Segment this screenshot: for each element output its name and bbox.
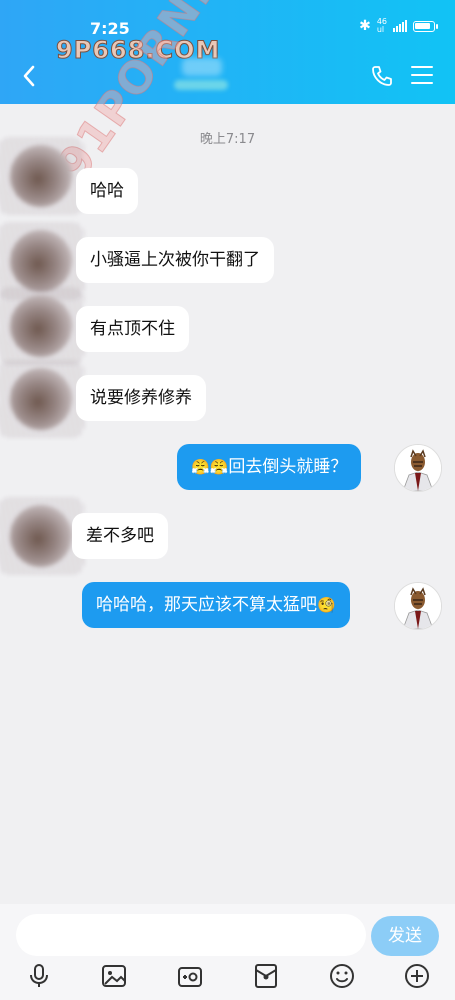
message-outgoing: 😤😤回去倒头就睡？ [177, 444, 362, 490]
contact-avatar[interactable] [0, 137, 84, 215]
message-incoming: 差不多吧 [72, 513, 168, 559]
self-avatar[interactable] [394, 582, 442, 630]
status-icons: ✱ 46 ul [359, 18, 438, 34]
menu-icon[interactable] [411, 66, 433, 86]
send-button[interactable]: 发送 [371, 916, 439, 956]
battery-icon [413, 20, 438, 32]
red-packet-icon[interactable] [252, 962, 280, 990]
message-text: 回去倒头就睡？ [228, 457, 348, 477]
status-bar: 7:25 ✱ 46 ul [0, 0, 455, 38]
microphone-icon[interactable] [25, 962, 53, 990]
emoji-icon[interactable] [328, 962, 356, 990]
phone-icon[interactable] [370, 64, 394, 88]
network-label-bottom: ul [376, 25, 385, 34]
emoji: 🧐 [317, 596, 336, 614]
input-area: 发送 [0, 904, 455, 1000]
message-bubble[interactable]: 😤😤回去倒头就睡？ [177, 444, 362, 490]
contact-avatar[interactable] [0, 497, 84, 575]
self-avatar[interactable] [394, 444, 442, 492]
contact-avatar[interactable] [0, 360, 84, 438]
message-bubble[interactable]: 哈哈 [76, 168, 138, 214]
message-bubble[interactable]: 哈哈哈，那天应该不算太猛吧🧐 [82, 582, 350, 628]
camera-icon[interactable] [176, 962, 204, 990]
message-outgoing: 哈哈哈，那天应该不算太猛吧🧐 [82, 582, 350, 628]
message-incoming: 说要修养修养 [76, 375, 206, 421]
message-text: 哈哈哈，那天应该不算太猛吧 [96, 595, 317, 615]
bluetooth-icon: ✱ [359, 18, 371, 34]
plus-icon[interactable] [403, 962, 431, 990]
message-incoming: 有点顶不住 [76, 306, 189, 352]
message-bubble[interactable]: 小骚逼上次被你干翻了 [76, 237, 274, 283]
back-icon[interactable] [20, 62, 38, 90]
contact-avatar[interactable] [0, 287, 84, 365]
chat-header: 7:25 ✱ 46 ul 9P668.COM [0, 0, 455, 104]
message-incoming: 哈哈 [76, 168, 138, 214]
message-bubble[interactable]: 说要修养修养 [76, 375, 206, 421]
emoji: 😤😤 [191, 458, 229, 476]
message-bubble[interactable]: 差不多吧 [72, 513, 168, 559]
signal-icon [393, 20, 407, 32]
contact-name-blurred [170, 58, 240, 94]
network-type: 46 ul [377, 18, 387, 34]
contact-avatar[interactable] [0, 222, 84, 300]
message-incoming: 小骚逼上次被你干翻了 [76, 237, 274, 283]
image-icon[interactable] [100, 962, 128, 990]
message-input[interactable] [16, 914, 366, 956]
message-bubble[interactable]: 有点顶不住 [76, 306, 189, 352]
